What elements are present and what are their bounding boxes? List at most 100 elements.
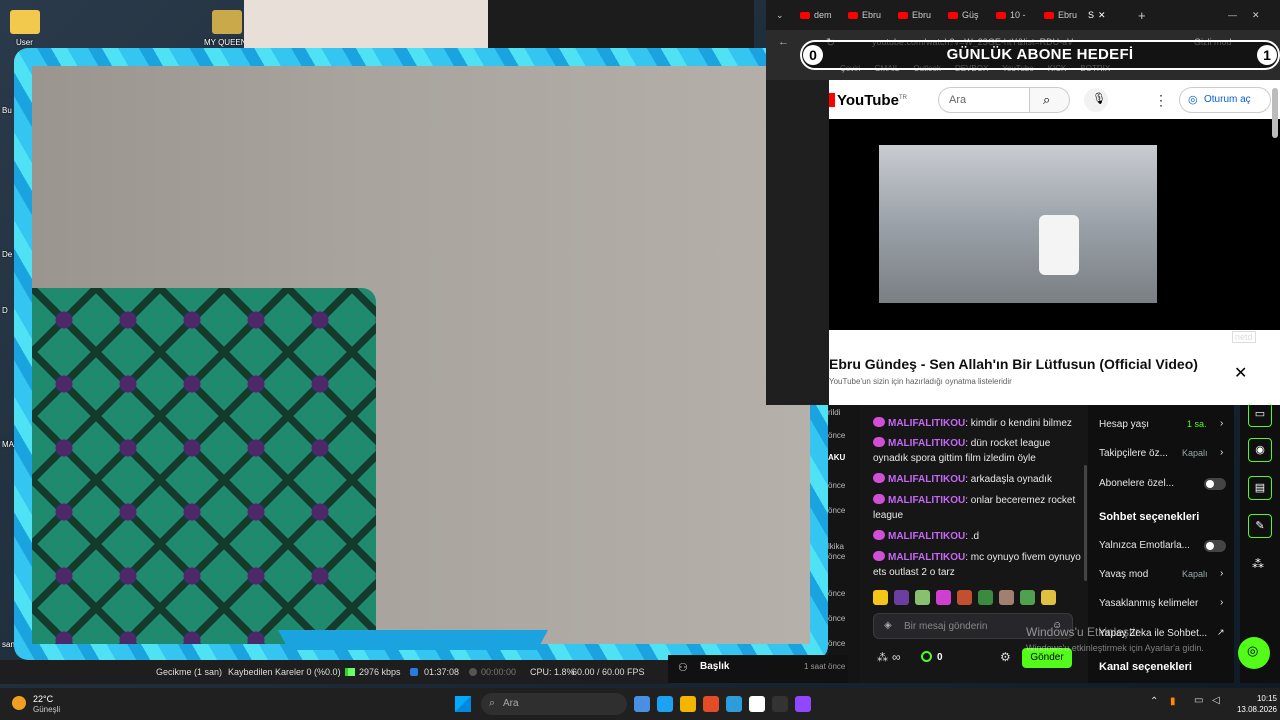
emote-icon[interactable] [978, 590, 993, 605]
clock[interactable]: 10:15 13.08.2026 [1229, 693, 1277, 715]
tab-bar: ⌄ dem Ebru Ebru Güş 10 - Ebru S ✕ + — ✕ [766, 0, 1280, 30]
tab[interactable]: Ebru [898, 6, 931, 24]
emote-icon[interactable] [1020, 590, 1035, 605]
weather-temp[interactable]: 22°C [33, 694, 53, 704]
chat-scrollbar[interactable] [1084, 465, 1087, 581]
setting-banned-words[interactable]: Yasaklanmış kelimeler › [1099, 597, 1229, 609]
youtube-logo[interactable]: YouTubeTR [829, 92, 907, 109]
sun-icon[interactable] [12, 696, 26, 710]
emote-icon[interactable] [999, 590, 1014, 605]
people-icon[interactable]: ⁂ [877, 651, 888, 664]
network-icon[interactable]: ▭ [1194, 695, 1203, 706]
taskbar-app-icon[interactable] [657, 696, 673, 712]
video-player[interactable]: netd [829, 119, 1280, 343]
help-button[interactable]: ◎ [1238, 637, 1270, 669]
mic-tray-icon[interactable]: ▮ [1170, 696, 1176, 707]
desktop-photo [244, 0, 488, 48]
more-icon[interactable]: ⋮ [1154, 92, 1168, 109]
broadcast-icon[interactable]: ◉ [1248, 438, 1272, 462]
signin-button[interactable]: ◎ Oturum aç [1179, 87, 1271, 113]
chat-username[interactable]: MALIFALITIKOU [888, 531, 965, 542]
setting-slow-mode[interactable]: Yavaş mod Kapalı › [1099, 568, 1229, 580]
mic-button[interactable]: 🎙 [1084, 88, 1108, 112]
chat-username[interactable]: MALIFALITIKOU [888, 438, 965, 449]
taskbar-app-icon[interactable] [795, 696, 811, 712]
youtube-page: YouTubeTR Ara ⌕ 🎙 ⋮ ◎ Oturum aç netd Ebru… [829, 80, 1280, 405]
taskbar-app-icon[interactable] [749, 696, 765, 712]
strip-text: önce [828, 481, 846, 490]
folder-icon[interactable] [10, 10, 40, 34]
toggle-switch[interactable] [1204, 540, 1226, 552]
strip-text: önce [828, 639, 846, 648]
chat-username[interactable]: MALIFALITIKOU [888, 495, 965, 506]
signal-icon [345, 668, 355, 676]
clipboard-icon[interactable]: ▤ [1248, 476, 1272, 500]
emote-icon[interactable] [936, 590, 951, 605]
record-icon [469, 668, 477, 676]
chat-message: MALIFALITIKOU: dün rocket league oynadık… [873, 436, 1083, 466]
chat-username[interactable]: MALIFALITIKOU [888, 418, 965, 429]
webcam-frame-tab [278, 630, 548, 650]
setting-followers-only[interactable]: Takipçilere öz... Kapalı › [1099, 447, 1229, 459]
search-input[interactable]: Ara [938, 87, 1030, 113]
users-icon[interactable]: ⁂ [1252, 557, 1264, 571]
close-window-icon[interactable]: ✕ [1252, 6, 1260, 24]
back-icon[interactable]: ← [778, 36, 789, 48]
emote-icon[interactable] [1041, 590, 1056, 605]
emote-icon[interactable] [873, 590, 888, 605]
scrollbar[interactable] [1272, 88, 1278, 138]
chat-message: MALIFALITIKOU: mc oynuyo fivem oynuyo et… [873, 550, 1083, 580]
search-button[interactable]: ⌕ [1030, 87, 1070, 113]
close-icon[interactable]: ✕ [1234, 363, 1247, 383]
tab[interactable]: 10 - [996, 6, 1026, 24]
search-placeholder: Ara [503, 698, 519, 709]
new-tab-button[interactable]: + [1138, 6, 1146, 24]
start-icon[interactable] [455, 696, 471, 712]
desktop-icon-label: User [16, 38, 33, 47]
setting-label: Abonelere özel... [1099, 478, 1175, 489]
tab[interactable]: Güş [948, 6, 979, 24]
tab-label: dem [814, 10, 832, 20]
chat-bubble-icon[interactable]: ▭ [1248, 403, 1272, 427]
chat-username[interactable]: MALIFALITIKOU [888, 474, 965, 485]
image-icon[interactable] [212, 10, 242, 34]
taskbar-app-icon[interactable] [680, 696, 696, 712]
taskbar-app-icon[interactable] [772, 696, 788, 712]
user-badge-icon [873, 473, 885, 483]
emote-icon[interactable] [915, 590, 930, 605]
wrench-icon[interactable]: ✎ [1248, 514, 1272, 538]
tab[interactable]: Ebru [1044, 6, 1077, 24]
taskbar-app-icon[interactable] [703, 696, 719, 712]
tab-label: S [1088, 10, 1095, 20]
goal-title: GÜNLÜK ABONE HEDEFİ [946, 46, 1134, 63]
tab[interactable]: Ebru [848, 6, 881, 24]
taskbar-search[interactable]: ⌕ Ara [481, 693, 627, 715]
chat-text: : kimdir o kendini bilmez [965, 418, 1072, 429]
desktop-side-label: D [2, 306, 8, 315]
tab-active[interactable]: S ✕ [1088, 6, 1106, 24]
setting-account-age[interactable]: Hesap yaşı 1 sa. › [1099, 418, 1229, 430]
headset-icon: ◎ [1247, 643, 1259, 658]
tab-list-button[interactable]: ⌄ [776, 6, 784, 24]
chat-username[interactable]: MALIFALITIKOU [888, 552, 965, 563]
chevron-up-icon[interactable]: ⌃ [1150, 696, 1158, 707]
youtube-icon [848, 11, 858, 19]
points-icon [921, 651, 932, 662]
goal-target-count: 1 [1257, 45, 1277, 65]
volume-icon[interactable]: ◁ [1212, 695, 1220, 706]
minimize-icon[interactable]: — [1228, 6, 1237, 24]
gear-icon[interactable]: ⚙ [1000, 650, 1011, 664]
taskbar-app-icon[interactable] [634, 696, 650, 712]
emote-icon[interactable] [957, 590, 972, 605]
emote-icon[interactable] [894, 590, 909, 605]
user-badge-icon [873, 437, 885, 447]
taskbar-app-icon[interactable] [726, 696, 742, 712]
close-icon[interactable]: ✕ [1098, 10, 1106, 21]
chat-input-placeholder: Bir mesaj gönderin [904, 621, 988, 632]
obs-bitrate: 2976 kbps [359, 667, 401, 677]
toggle-switch[interactable] [1204, 478, 1226, 490]
tab[interactable]: dem [800, 6, 832, 24]
mic-icon: 🎙 [1092, 93, 1106, 105]
chat-message: MALIFALITIKOU: kimdir o kendini bilmez [873, 416, 1083, 431]
setting-label: Hesap yaşı [1099, 419, 1150, 430]
